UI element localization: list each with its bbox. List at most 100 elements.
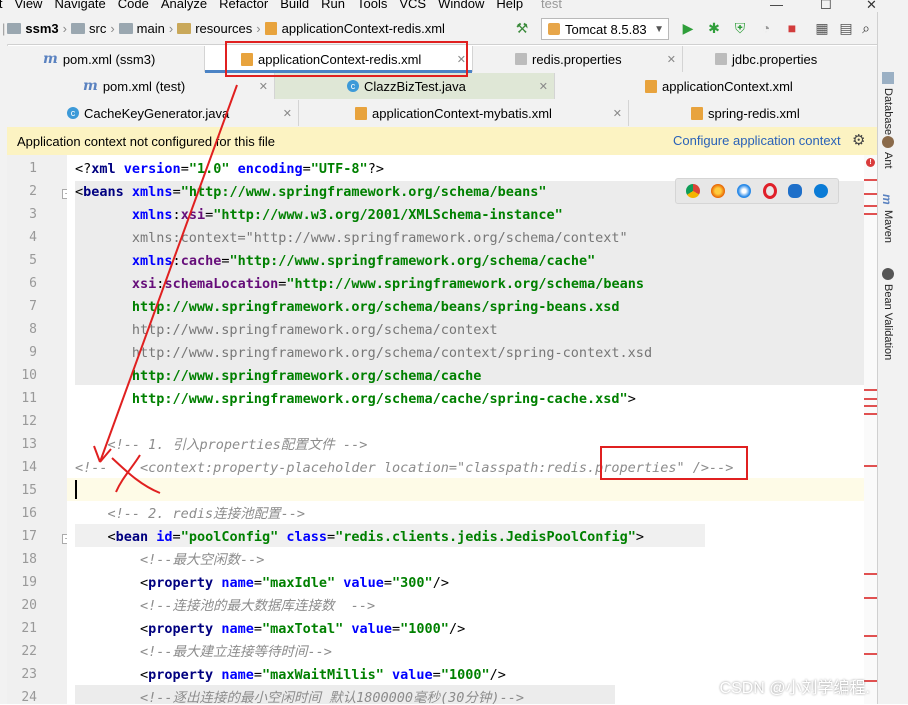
code-token: encoding [237,161,303,177]
sdk-icon[interactable]: ▤ [836,18,856,38]
debug-icon[interactable]: ✱ [704,18,724,38]
properties-file-icon [715,53,727,65]
line-number: 10 [21,368,37,383]
menu-item[interactable]: Build [280,0,309,11]
code-token: name [221,667,254,683]
tab-spring-redis[interactable]: spring-redis.xml [629,100,877,126]
tab-pom-ssm3[interactable]: m pom.xml (ssm3) [7,46,205,72]
stripe-mark [864,635,877,637]
folder-icon [70,23,85,34]
code-token: "maxIdle" [261,575,336,591]
tab-applicationcontext-mybatis[interactable]: applicationContext-mybatis.xml ✕ [299,100,629,126]
xml-file-icon [264,22,277,35]
edge-icon[interactable] [814,184,829,198]
menu-item[interactable]: Code [118,0,149,11]
editor-tab-row-1: m pom.xml (ssm3) applicationContext-redis… [7,46,877,74]
code-token: xsi [131,276,157,292]
tab-applicationcontext-redis[interactable]: applicationContext-redis.xml ✕ [205,46,473,73]
tab-cachekeygenerator[interactable]: c CacheKeyGenerator.java ✕ [7,100,299,126]
code-token: ?> [367,161,384,177]
minimize-button[interactable]: — [770,0,783,12]
code-token: name [221,575,254,591]
coverage-icon[interactable]: ⛨ [730,18,750,38]
code-token: property [148,575,222,591]
code-token: http://www.springframework.org/schema/co… [75,322,498,338]
menu-item[interactable]: Help [496,0,523,11]
bean-validation-tool-tab[interactable]: Bean Validation [882,268,894,360]
tab-applicationcontext[interactable]: applicationContext.xml [555,73,877,99]
tab-clazzbiztest[interactable]: c ClazzBizTest.java ✕ [275,73,555,99]
configure-context-link[interactable]: Configure application context [673,133,841,148]
menu-item[interactable]: Tools [357,0,387,11]
code-token: xmlns:context="http://www.springframewor… [75,230,628,246]
menu-item[interactable]: it [0,0,3,11]
close-tab-icon[interactable]: ✕ [667,53,676,66]
safari-icon[interactable] [737,184,752,198]
menu-item[interactable]: VCS [399,0,426,11]
chrome-icon[interactable] [685,184,700,198]
breadcrumb-project[interactable]: ssm3 [25,21,58,36]
menu-item[interactable]: View [15,0,43,11]
run-icon[interactable]: ▶ [678,18,698,38]
line-number: 21 [21,621,37,636]
close-tab-icon[interactable]: ✕ [283,107,292,120]
run-config-select[interactable]: Tomcat 8.5.83 ▼ [541,18,669,40]
code-line: <bean id="poolConfig" class="redis.clien… [75,526,645,549]
code-line: <!-- 1. 引入properties配置文件 --> [75,434,368,457]
stripe-mark [864,398,877,400]
code-token: bean [115,529,157,545]
firefox-icon[interactable] [711,184,726,198]
stripe-mark [864,193,877,195]
code-token: "UTF-8" [310,161,368,177]
close-tab-icon[interactable]: ✕ [539,80,548,93]
stripe-mark [864,465,877,467]
close-tab-icon[interactable]: ✕ [457,53,466,66]
tab-jdbc-properties[interactable]: jdbc.properties [683,46,877,72]
error-icon[interactable]: ! [866,158,875,167]
code-line: http://www.springframework.org/schema/ca… [75,365,482,388]
tab-pom-test[interactable]: m pom.xml (test) ✕ [7,73,275,99]
menu-item[interactable]: Navigate [54,0,105,11]
breadcrumb-main[interactable]: main [137,21,165,36]
stop-icon[interactable]: ■ [782,18,802,38]
line-number: 14 [21,460,37,475]
code-line: http://www.springframework.org/schema/ca… [75,388,636,411]
code-token: /> [448,621,466,637]
breadcrumb-resources[interactable]: resources [195,21,252,36]
code-token: > [635,529,645,545]
close-tab-icon[interactable]: ✕ [259,80,268,93]
profile-icon[interactable]: ◔ [756,18,776,38]
close-tab-icon[interactable]: ✕ [613,107,622,120]
database-tool-tab[interactable]: Database [882,72,894,135]
xml-file-icon [241,52,253,66]
menu-item[interactable]: Refactor [219,0,268,11]
ie-icon[interactable] [788,184,803,198]
code-token: version [123,161,181,177]
ant-tool-tab[interactable]: Ant [882,136,894,169]
breadcrumb-src[interactable]: src [89,21,106,36]
code-token: xmlns [131,184,173,200]
error-stripe[interactable]: ! [864,155,877,704]
maven-tool-tab[interactable]: m Maven [880,194,894,243]
tab-redis-properties[interactable]: redis.properties ✕ [473,46,683,72]
menu-item[interactable]: Analyze [161,0,207,11]
line-number: 23 [21,667,37,682]
stripe-mark [864,405,877,407]
search-icon[interactable]: ⌕ [856,18,876,38]
code-editor[interactable]: <?xml version="1.0" encoding="UTF-8"?> <b… [67,155,864,704]
project-title: test [541,0,562,11]
code-line: xsi:schemaLocation="http://www.springfra… [75,273,644,296]
menu-item[interactable]: Window [438,0,484,11]
gear-icon[interactable]: ⚙ [852,131,865,149]
project-structure-icon[interactable]: ▦ [812,18,832,38]
code-line: http://www.springframework.org/schema/be… [75,296,620,319]
code-token: http://www.springframework.org/schema/ca… [75,368,482,384]
code-token: = [432,667,441,683]
breadcrumb-file[interactable]: applicationContext-redis.xml [282,21,445,36]
build-hammer-icon[interactable]: ⚒ [512,18,532,38]
opera-icon[interactable] [762,183,777,199]
tab-label: CacheKeyGenerator.java [84,105,230,121]
menu-item[interactable]: Run [321,0,345,11]
code-token: beans [83,184,132,200]
